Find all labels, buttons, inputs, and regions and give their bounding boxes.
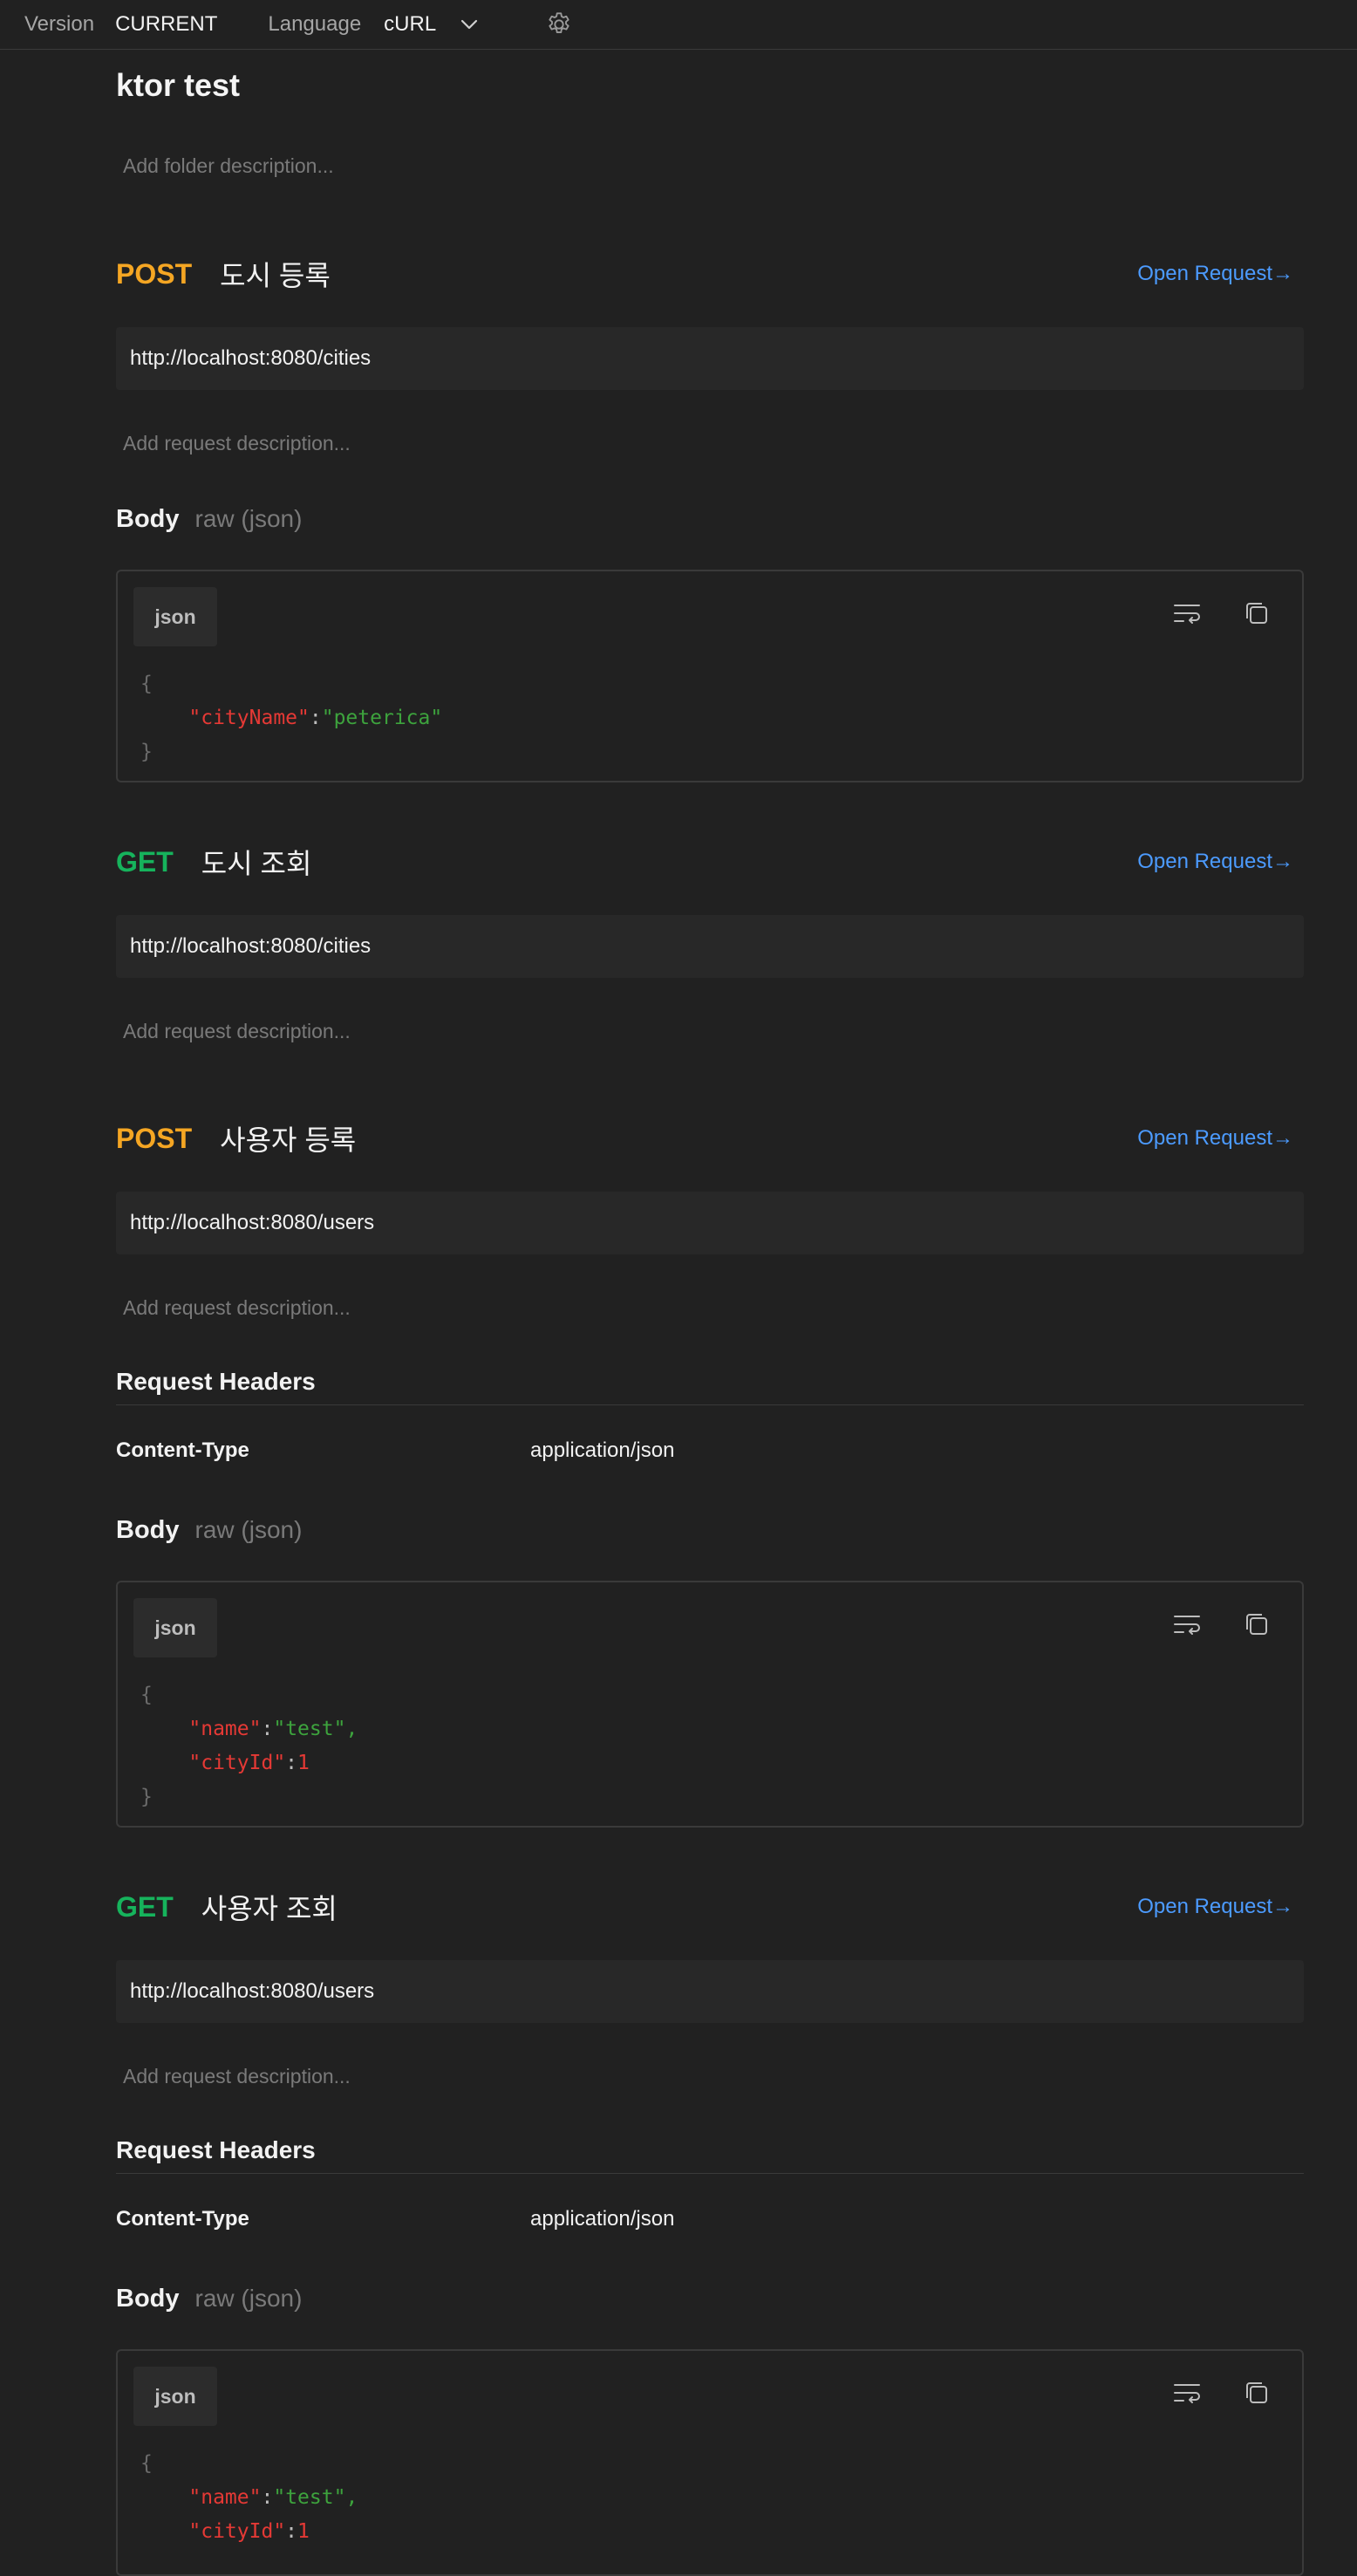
json-value: "test" xyxy=(273,1718,346,1740)
request-description-input[interactable]: Add request description... xyxy=(123,1296,351,1320)
version-label: Version xyxy=(24,12,95,36)
code-brace: { xyxy=(140,2452,153,2475)
json-key: "cityName" xyxy=(188,707,310,729)
code-language-tab[interactable]: json xyxy=(133,587,217,646)
code-content: { "name":"test", "cityId":1 } xyxy=(140,1678,358,1814)
body-type: raw (json) xyxy=(194,505,303,532)
body-label: Body xyxy=(116,1516,180,1544)
code-language-tab[interactable]: json xyxy=(133,1598,217,1657)
gear-icon[interactable] xyxy=(544,10,574,39)
request-name: 사용자 등록 xyxy=(220,1124,357,1156)
request-url: http://localhost:8080/users xyxy=(116,1960,1304,2023)
json-colon: : xyxy=(285,1752,298,1774)
open-request-link[interactable]: Open Request→ xyxy=(1137,850,1293,874)
copy-icon[interactable] xyxy=(1241,598,1272,629)
wrap-lines-icon[interactable] xyxy=(1171,1609,1203,1640)
chevron-down-icon[interactable] xyxy=(459,14,480,35)
method-badge: POST xyxy=(116,1122,193,1154)
version-selector[interactable]: CURRENT xyxy=(115,12,217,37)
code-brace: } xyxy=(140,741,153,763)
json-key: "name" xyxy=(188,2486,262,2509)
wrap-lines-icon[interactable] xyxy=(1171,2377,1203,2409)
code-block: json { "name":"test", "cityId":1 xyxy=(116,2349,1304,2576)
request-url: http://localhost:8080/cities xyxy=(116,915,1304,978)
open-request-link[interactable]: Open Request→ xyxy=(1137,1126,1293,1151)
body-section-title: Body raw (json) xyxy=(116,505,302,534)
request-name: 도시 등록 xyxy=(220,260,331,291)
request-header-city-register: POST 도시 등록 Open Request→ xyxy=(116,256,1304,292)
open-request-link[interactable]: Open Request→ xyxy=(1137,262,1293,286)
open-request-link[interactable]: Open Request→ xyxy=(1137,1895,1293,1919)
code-block: json { "cityName":"peterica" } xyxy=(116,570,1304,782)
request-header-user-list: GET 사용자 조회 Open Request→ xyxy=(116,1889,1304,1925)
code-brace: } xyxy=(140,1786,153,1808)
json-key: "cityId" xyxy=(188,2520,286,2543)
request-name: 도시 조회 xyxy=(201,848,312,879)
code-brace: { xyxy=(140,673,153,695)
json-value: 1 xyxy=(297,1752,310,1774)
json-colon: : xyxy=(309,707,322,729)
code-language-tab[interactable]: json xyxy=(133,2367,217,2426)
request-description-input[interactable]: Add request description... xyxy=(123,1020,351,1043)
method-badge: GET xyxy=(116,1890,174,1923)
header-key: Content-Type xyxy=(116,2207,249,2231)
json-colon: : xyxy=(285,2520,298,2543)
request-url: http://localhost:8080/cities xyxy=(116,327,1304,390)
body-section-title: Body raw (json) xyxy=(116,2285,302,2313)
language-label: Language xyxy=(268,12,362,36)
top-bar: Version CURRENT Language cURL xyxy=(0,0,1357,50)
request-description-input[interactable]: Add request description... xyxy=(123,2065,351,2088)
json-value: "test" xyxy=(273,2486,346,2509)
code-block: json { "name":"test", "cityId":1 } xyxy=(116,1581,1304,1828)
code-content: { "cityName":"peterica" } xyxy=(140,667,442,769)
request-header-user-register: POST 사용자 등록 Open Request→ xyxy=(116,1121,1304,1157)
folder-title: ktor test xyxy=(116,67,241,103)
header-value: application/json xyxy=(530,1438,675,1462)
request-description-input[interactable]: Add request description... xyxy=(123,432,351,455)
json-comma: , xyxy=(345,2486,358,2509)
code-brace: { xyxy=(140,1684,153,1706)
language-selector[interactable]: cURL xyxy=(384,12,436,37)
request-header-city-list: GET 도시 조회 Open Request→ xyxy=(116,844,1304,880)
body-type: raw (json) xyxy=(194,2285,303,2312)
json-key: "name" xyxy=(188,1718,262,1740)
request-headers-title: Request Headers xyxy=(116,1368,1304,1405)
body-label: Body xyxy=(116,505,180,533)
request-name: 사용자 조회 xyxy=(201,1893,338,1924)
method-badge: POST xyxy=(116,257,193,290)
header-value: application/json xyxy=(530,2207,675,2231)
wrap-lines-icon[interactable] xyxy=(1171,598,1203,629)
copy-icon[interactable] xyxy=(1241,2377,1272,2409)
json-value: 1 xyxy=(297,2520,310,2543)
copy-icon[interactable] xyxy=(1241,1609,1272,1640)
body-label: Body xyxy=(116,2285,180,2313)
body-section-title: Body raw (json) xyxy=(116,1516,302,1545)
body-type: raw (json) xyxy=(194,1516,303,1543)
json-value: "peterica" xyxy=(321,707,443,729)
json-colon: : xyxy=(261,2486,274,2509)
method-badge: GET xyxy=(116,845,174,878)
request-url: http://localhost:8080/users xyxy=(116,1192,1304,1254)
request-headers-title: Request Headers xyxy=(116,2136,1304,2174)
code-content: { "name":"test", "cityId":1 xyxy=(140,2447,358,2549)
json-key: "cityId" xyxy=(188,1752,286,1774)
json-comma: , xyxy=(345,1718,358,1740)
folder-description-input[interactable]: Add folder description... xyxy=(123,154,334,178)
json-colon: : xyxy=(261,1718,274,1740)
header-key: Content-Type xyxy=(116,1438,249,1462)
